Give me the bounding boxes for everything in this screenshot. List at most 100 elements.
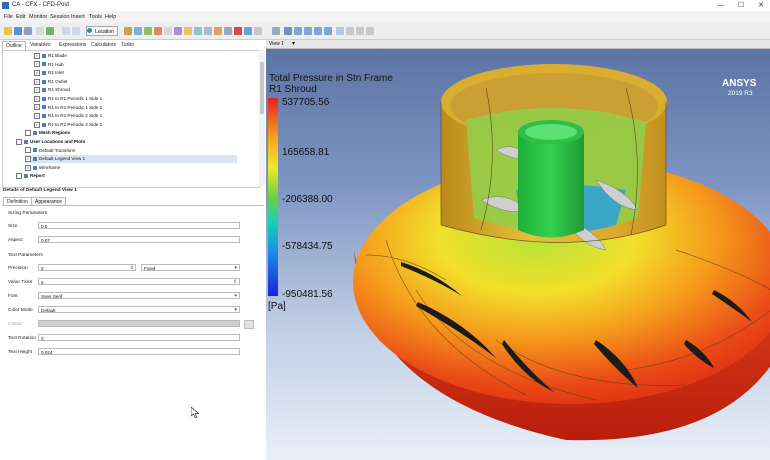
text-rotation-field[interactable]: 0 (38, 334, 240, 341)
tree-item[interactable]: Default Transform (25, 147, 76, 155)
maximize-button[interactable]: ☐ (734, 1, 748, 10)
viewport-tab[interactable]: View 1 (269, 41, 284, 47)
tree-item[interactable]: ✓ R1 Shroud (34, 86, 70, 94)
tab-variables[interactable]: Variables (27, 41, 53, 49)
vector-icon[interactable] (124, 27, 132, 35)
tree-checkbox[interactable]: ✓ (34, 121, 40, 128)
undo-icon[interactable] (62, 27, 70, 35)
rotate-icon[interactable] (284, 27, 292, 35)
table-icon[interactable] (254, 27, 262, 35)
tree-checkbox[interactable] (16, 138, 22, 145)
close-button[interactable]: ✕ (754, 1, 768, 10)
coordinate-frame-icon[interactable] (224, 27, 232, 35)
tree-item[interactable]: ✓ R1 to R1 Periodic 2 Side 1 (34, 112, 102, 120)
tree-checkbox[interactable]: ✓ (34, 78, 40, 85)
instance-transform-icon[interactable] (214, 27, 222, 35)
tree-item[interactable]: ✓ Wireframe (25, 164, 60, 172)
tree-checkbox[interactable]: ✓ (34, 112, 40, 119)
tree-item[interactable]: ✓ R1 Hub (34, 61, 64, 69)
tab-expressions[interactable]: Expressions (56, 41, 89, 49)
size-field[interactable]: 0.6 (38, 222, 240, 229)
tab-turbo[interactable]: Turbo (118, 41, 137, 49)
snapshot-icon[interactable] (356, 27, 364, 35)
zoom-fit-icon[interactable] (324, 27, 332, 35)
menu-tools[interactable]: Tools (89, 14, 102, 20)
select-icon[interactable] (272, 27, 280, 35)
tab-outline[interactable]: Outline (2, 41, 26, 50)
title-bar: CA - CFX - CFD-Post — ☐ ✕ (0, 0, 770, 11)
tree-checkbox[interactable] (25, 147, 31, 154)
streamline-icon[interactable] (144, 27, 152, 35)
chart-icon[interactable] (244, 27, 252, 35)
tree-checkbox[interactable]: ✓ (25, 164, 31, 171)
tree-checkbox[interactable]: ✓ (34, 69, 40, 76)
legend-icon[interactable] (204, 27, 212, 35)
color-mode-dropdown[interactable]: Default (38, 306, 240, 314)
precision-mode-dropdown[interactable]: Fixed (141, 264, 240, 272)
tree-item[interactable]: Report (16, 172, 45, 180)
tree-checkbox[interactable]: ✓ (34, 95, 40, 102)
tree-item[interactable]: ✓ Default Legend View 1 (25, 155, 237, 164)
precision-label: Precision (8, 266, 28, 271)
tree-checkbox[interactable]: ✓ (34, 61, 40, 68)
menu-file[interactable]: File (4, 14, 13, 20)
contour-icon[interactable] (134, 27, 142, 35)
menu-session[interactable]: Session (50, 14, 70, 20)
aspect-field[interactable]: 0.07 (38, 236, 240, 243)
tree-item[interactable]: ✓ R1 to R1 Periodic 2 Side 2 (34, 121, 102, 129)
tree-scrollbar-thumb[interactable] (260, 62, 264, 114)
tree-item[interactable]: ✓ R1 Inlet (34, 69, 64, 77)
open-icon[interactable] (4, 27, 12, 35)
tree-item[interactable]: User Locations and Plots (16, 138, 85, 146)
folder-icon (24, 139, 28, 144)
copy-icon[interactable] (36, 27, 44, 35)
tree-checkbox[interactable]: ✓ (34, 52, 40, 59)
tree-item[interactable]: ✓ R1 Outlet (34, 78, 67, 86)
print-icon[interactable] (24, 27, 32, 35)
menu-help[interactable]: Help (105, 14, 116, 20)
legend-value-5: -950481.56 (282, 289, 333, 300)
viewport-layout-icon[interactable] (336, 27, 344, 35)
probe-icon[interactable] (346, 27, 354, 35)
boundary-icon (42, 88, 46, 93)
color-map-icon[interactable] (194, 27, 202, 35)
cursor-icon[interactable] (366, 27, 374, 35)
save-icon[interactable] (14, 27, 22, 35)
text-height-field[interactable]: 0.024 (38, 348, 240, 355)
clip-plane-icon[interactable] (184, 27, 192, 35)
menu-insert[interactable]: Insert (71, 14, 85, 20)
font-dropdown[interactable]: Sans Serif (38, 292, 240, 300)
function-calculator-icon[interactable] (234, 27, 242, 35)
tree-item[interactable]: Mesh Regions (25, 129, 70, 137)
tree-checkbox[interactable]: ✓ (34, 87, 40, 94)
tree-checkbox[interactable]: ✓ (34, 104, 40, 111)
text-icon[interactable] (174, 27, 182, 35)
zoom-box-icon[interactable] (314, 27, 322, 35)
redo-icon[interactable] (72, 27, 80, 35)
report-icon[interactable] (46, 27, 54, 35)
zoom-icon[interactable] (304, 27, 312, 35)
tree-item-label: R1 Blade (48, 53, 67, 58)
precision-spin-icon[interactable]: ⇕ (130, 265, 134, 271)
tree-checkbox[interactable]: ✓ (25, 155, 31, 162)
tree-checkbox[interactable] (16, 173, 22, 180)
precision-field[interactable]: 2 (38, 264, 136, 271)
color-mode-label: Color Mode (8, 308, 33, 313)
menu-monitor[interactable]: Monitor (29, 14, 47, 20)
viewport-menu-icon[interactable]: ▾ (292, 40, 295, 47)
pan-icon[interactable] (294, 27, 302, 35)
volume-rendering-icon[interactable] (154, 27, 162, 35)
tree-item[interactable]: ✓ R1 Blade (34, 52, 67, 60)
tree-item[interactable]: ✓ R1 to R1 Periodic 1 Side 1 (34, 95, 102, 103)
3d-viewport[interactable] (266, 40, 770, 460)
menu-bar: File Edit Monitor Session Insert Tools H… (0, 11, 770, 23)
tree-checkbox[interactable] (25, 130, 31, 137)
particle-track-icon[interactable] (164, 27, 172, 35)
menu-edit[interactable]: Edit (16, 14, 25, 20)
font-label: Font (8, 294, 18, 299)
value-ticks-spin-icon[interactable]: ⇕ (233, 279, 237, 285)
tree-item[interactable]: ✓ R1 to R1 Periodic 1 Side 2 (34, 104, 102, 112)
tab-calculators[interactable]: Calculators (88, 41, 119, 49)
minimize-button[interactable]: — (714, 1, 728, 10)
value-ticks-field[interactable]: 5 (38, 278, 240, 285)
